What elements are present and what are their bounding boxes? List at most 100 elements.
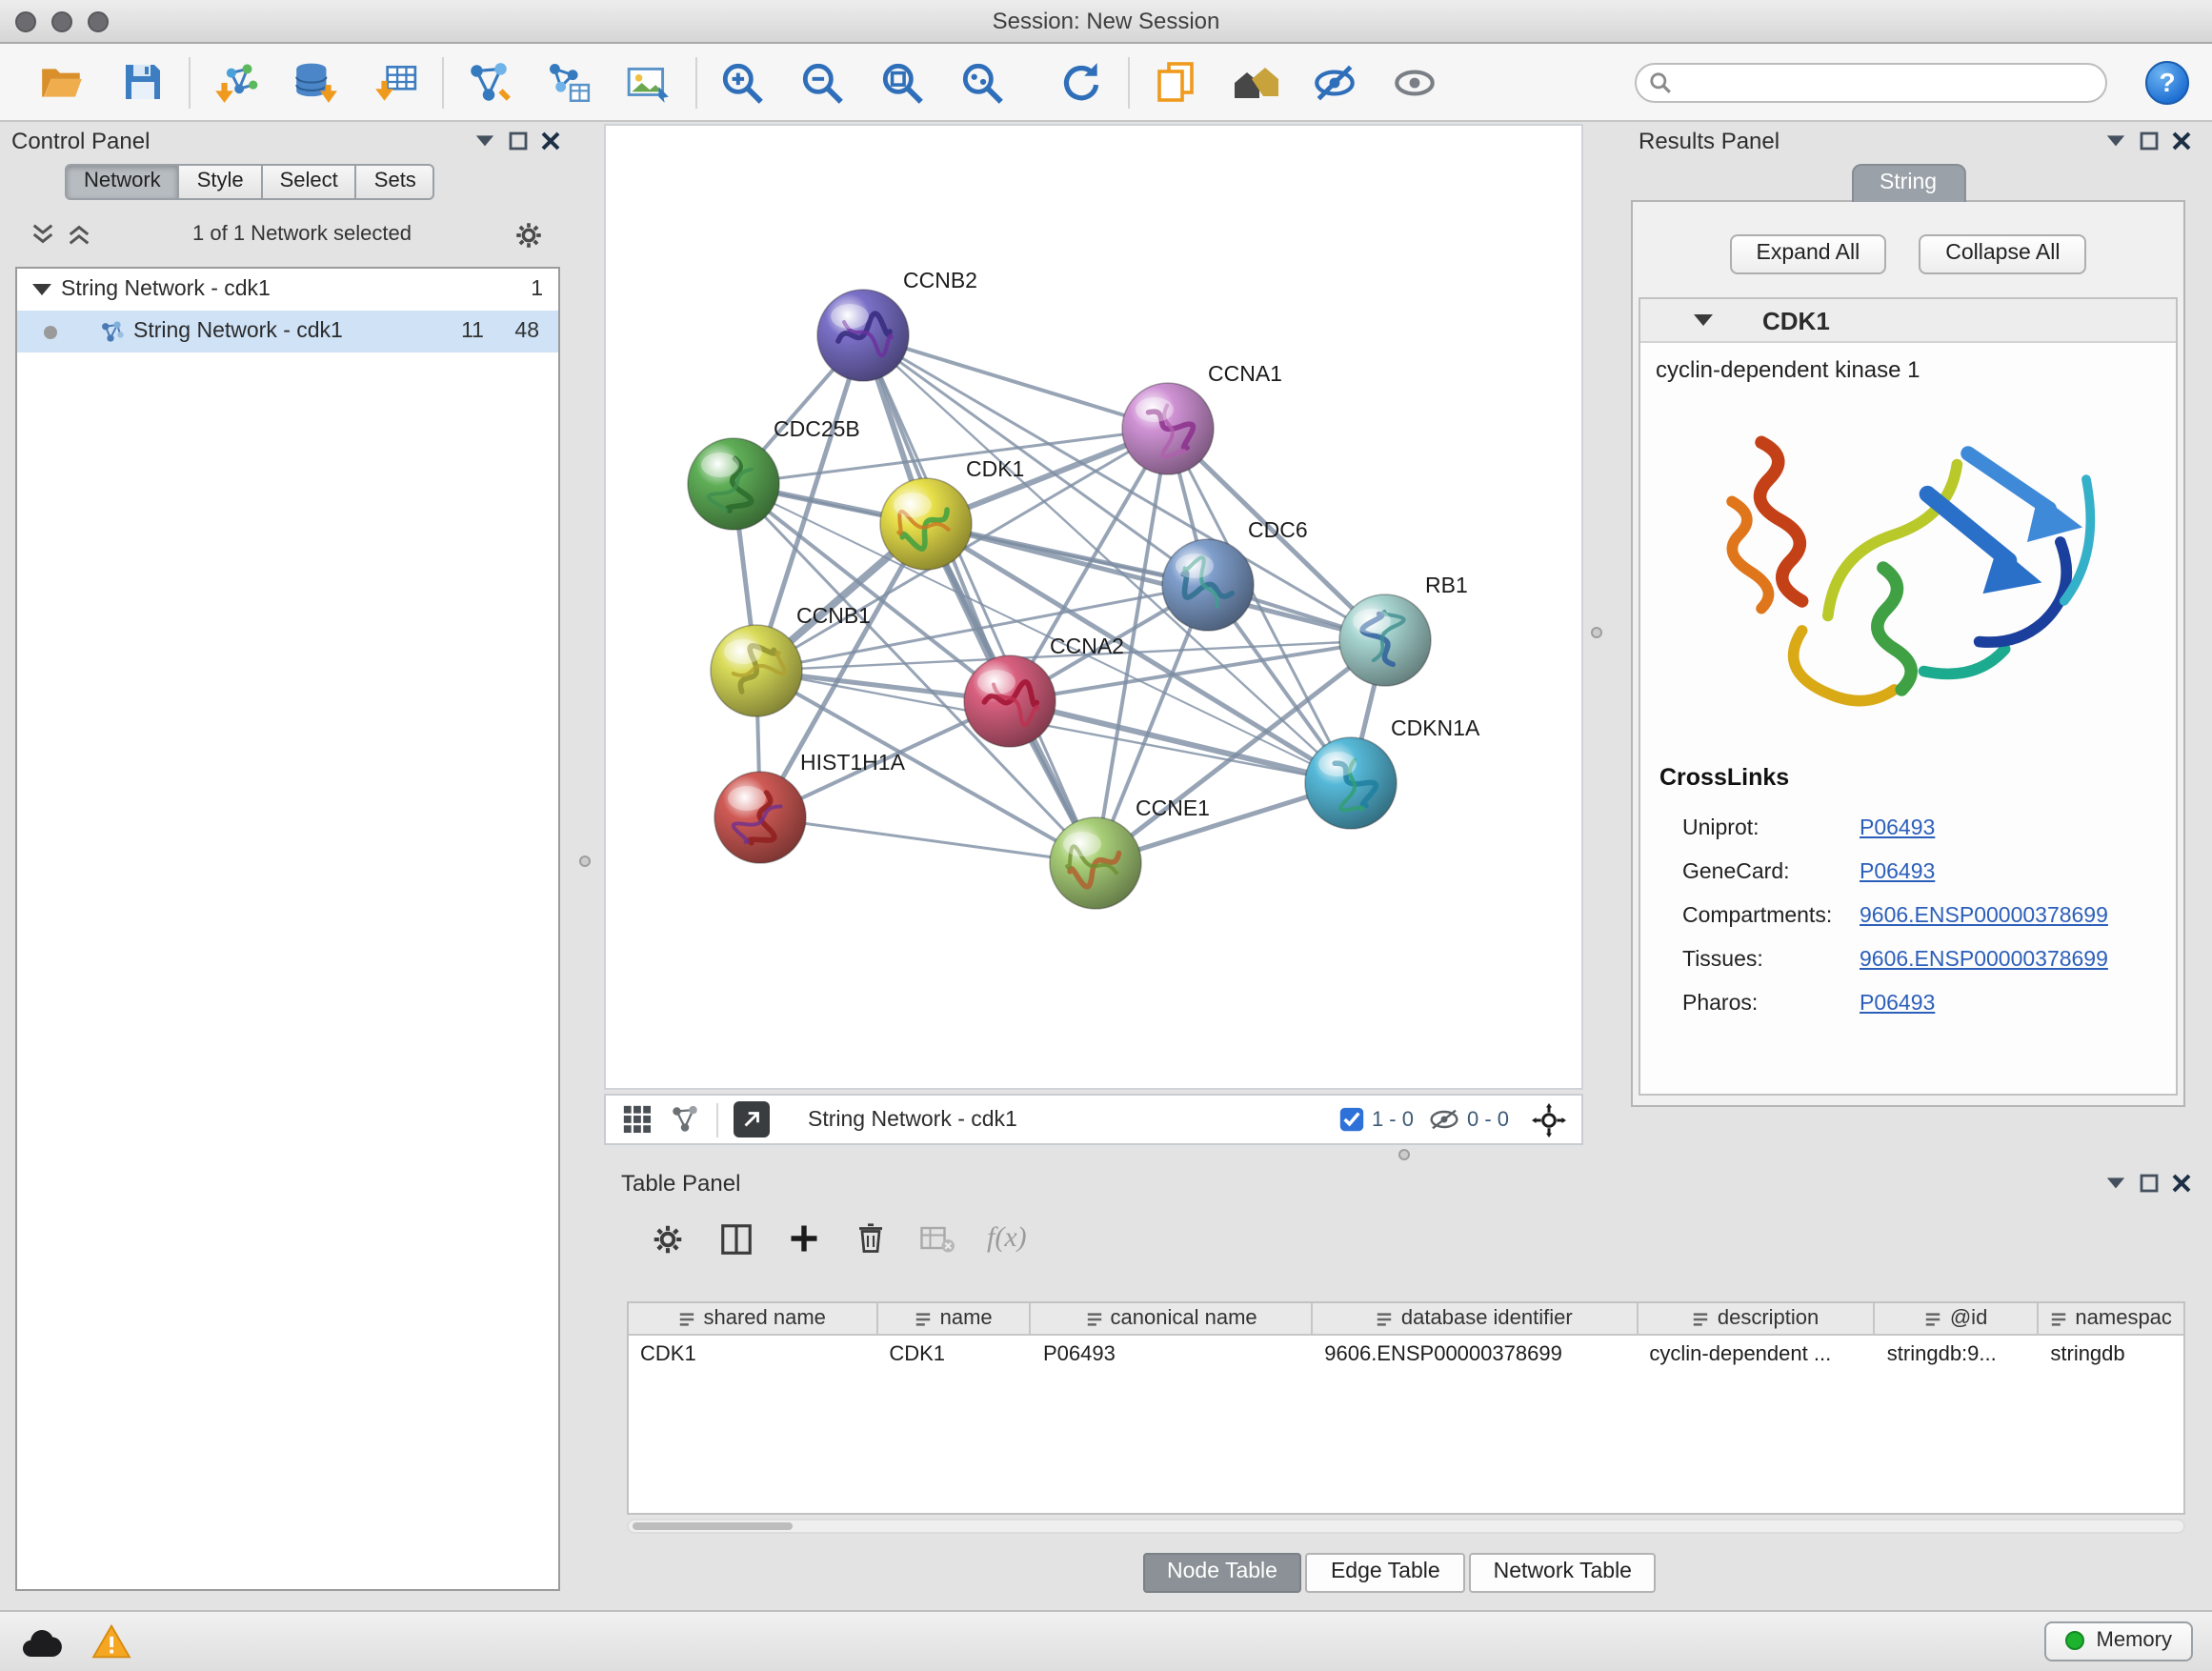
import-table-from-file-icon[interactable] bbox=[368, 54, 423, 110]
maximize-panel-icon[interactable] bbox=[509, 131, 528, 150]
collapse-all-networks-icon[interactable] bbox=[67, 223, 91, 246]
hide-selection-icon[interactable] bbox=[1307, 54, 1362, 110]
right-splitter-handle[interactable] bbox=[1591, 627, 1602, 638]
crosslink-uniprot-link[interactable]: P06493 bbox=[1860, 816, 1935, 839]
column-header[interactable]: namespac bbox=[2039, 1303, 2183, 1334]
search-icon bbox=[1648, 70, 1673, 94]
network-options-gear-icon[interactable] bbox=[513, 218, 545, 251]
close-panel-icon[interactable] bbox=[2172, 131, 2191, 150]
tab-node-table[interactable]: Node Table bbox=[1142, 1553, 1302, 1593]
search-input[interactable] bbox=[1635, 62, 2107, 102]
delete-table-icon[interactable] bbox=[920, 1224, 955, 1253]
tab-sets[interactable]: Sets bbox=[357, 164, 435, 200]
node-CDC25B[interactable]: CDC25B bbox=[688, 416, 860, 530]
cloud-status-icon[interactable] bbox=[19, 1624, 65, 1659]
column-header[interactable]: name bbox=[877, 1303, 1032, 1334]
network-share-icon[interactable] bbox=[669, 1103, 701, 1136]
close-panel-icon[interactable] bbox=[2172, 1173, 2191, 1192]
zoom-selected-icon[interactable] bbox=[955, 54, 1010, 110]
crosslink-label: Compartments: bbox=[1659, 904, 1860, 927]
float-panel-icon[interactable] bbox=[2105, 1174, 2126, 1191]
scrollbar-thumb[interactable] bbox=[633, 1522, 793, 1530]
crosslink-tissues-link[interactable]: 9606.ENSP00000378699 bbox=[1860, 948, 2108, 971]
network-graph[interactable]: CCNB2CCNA1CDC25BCDK1CDC6RB1CCNB1CCNA2CDK… bbox=[606, 126, 1581, 1088]
selected-nodes-checkbox-icon[interactable] bbox=[1339, 1107, 1364, 1132]
navigate-crosshair-icon[interactable] bbox=[1532, 1102, 1566, 1137]
copy-document-icon[interactable] bbox=[1147, 54, 1202, 110]
crosslink-compartments-link[interactable]: 9606.ENSP00000378699 bbox=[1860, 904, 2108, 927]
column-header[interactable]: shared name bbox=[629, 1303, 877, 1334]
expand-all-networks-icon[interactable] bbox=[30, 223, 55, 246]
protein-card-header[interactable]: CDK1 bbox=[1640, 299, 2176, 343]
table-panel: Table Panel f(x) bbox=[604, 1164, 2195, 1595]
warning-icon[interactable] bbox=[91, 1623, 131, 1660]
new-network-from-selection-icon[interactable] bbox=[461, 54, 516, 110]
collapse-all-button[interactable]: Collapse All bbox=[1919, 234, 2086, 274]
tab-select[interactable]: Select bbox=[263, 164, 357, 200]
open-in-browser-button[interactable] bbox=[734, 1101, 770, 1137]
birds-eye-view-grid-icon[interactable] bbox=[621, 1103, 654, 1136]
add-column-icon[interactable] bbox=[787, 1221, 821, 1256]
table-horizontal-scrollbar[interactable] bbox=[627, 1519, 2185, 1534]
zoom-out-icon[interactable] bbox=[794, 54, 850, 110]
column-header[interactable]: description bbox=[1638, 1303, 1875, 1334]
node-CDK1[interactable]: CDK1 bbox=[880, 456, 1024, 570]
node-HIST1H1A[interactable]: HIST1H1A bbox=[714, 750, 906, 863]
show-all-icon[interactable] bbox=[1387, 54, 1442, 110]
crosslink-genecard-link[interactable]: P06493 bbox=[1860, 860, 1935, 883]
crosslink-label: Tissues: bbox=[1659, 948, 1860, 971]
node-RB1[interactable]: RB1 bbox=[1339, 573, 1468, 686]
edge-HIST1H1A-CCNE1[interactable] bbox=[760, 817, 1096, 863]
table-row[interactable]: CDK1 CDK1 P06493 9606.ENSP00000378699 cy… bbox=[629, 1336, 2183, 1374]
column-header[interactable]: @id bbox=[1876, 1303, 2040, 1334]
crosslink-pharos-link[interactable]: P06493 bbox=[1860, 992, 1935, 1015]
delete-column-trash-icon[interactable] bbox=[854, 1221, 888, 1256]
maximize-panel-icon[interactable] bbox=[2140, 131, 2159, 150]
memory-button[interactable]: Memory bbox=[2045, 1621, 2193, 1661]
tab-string[interactable]: String bbox=[1851, 164, 1965, 202]
zoom-fit-content-icon[interactable] bbox=[875, 54, 930, 110]
close-panel-icon[interactable] bbox=[541, 131, 560, 150]
export-image-icon[interactable] bbox=[621, 54, 676, 110]
float-panel-icon[interactable] bbox=[474, 131, 495, 149]
edge-CCNB2-CCNE1[interactable] bbox=[863, 335, 1096, 863]
refresh-view-icon[interactable] bbox=[1054, 54, 1109, 110]
edge-CCNB2-CCNA1[interactable] bbox=[863, 335, 1168, 429]
network-view-canvas[interactable]: CCNB2CCNA1CDC25BCDK1CDC6RB1CCNB1CCNA2CDK… bbox=[604, 124, 1583, 1090]
network-row[interactable]: String Network - cdk1 11 48 bbox=[17, 311, 558, 352]
tab-edge-table[interactable]: Edge Table bbox=[1306, 1553, 1465, 1593]
clone-network-icon[interactable] bbox=[541, 54, 596, 110]
collection-disclosure-icon[interactable] bbox=[32, 284, 51, 295]
crosslinks-title: CrossLinks bbox=[1659, 764, 2176, 791]
protein-structure-image bbox=[1640, 394, 2176, 745]
tab-network[interactable]: Network bbox=[65, 164, 180, 200]
network-tree: String Network - cdk1 1 String Network -… bbox=[15, 267, 560, 1591]
column-header[interactable]: database identifier bbox=[1313, 1303, 1638, 1334]
hidden-elements-eye-icon[interactable] bbox=[1429, 1107, 1459, 1132]
help-button[interactable]: ? bbox=[2145, 60, 2189, 104]
column-header[interactable]: canonical name bbox=[1032, 1303, 1313, 1334]
maximize-panel-icon[interactable] bbox=[2140, 1173, 2159, 1192]
tab-network-table[interactable]: Network Table bbox=[1469, 1553, 1657, 1593]
save-session-icon[interactable] bbox=[114, 54, 170, 110]
zoom-in-icon[interactable] bbox=[714, 54, 770, 110]
left-splitter-handle[interactable] bbox=[579, 856, 591, 867]
node-CCNA1[interactable]: CCNA1 bbox=[1122, 361, 1282, 474]
bottom-splitter-handle[interactable] bbox=[1398, 1149, 1410, 1160]
node-CDKN1A[interactable]: CDKN1A bbox=[1305, 715, 1480, 829]
float-panel-icon[interactable] bbox=[2105, 131, 2126, 149]
search-field bbox=[1635, 62, 2107, 102]
edge-CDK1-RB1[interactable] bbox=[926, 524, 1385, 640]
open-session-icon[interactable] bbox=[34, 54, 90, 110]
network-collection-row[interactable]: String Network - cdk1 1 bbox=[17, 269, 558, 311]
select-columns-icon[interactable] bbox=[718, 1220, 754, 1257]
table-options-gear-icon[interactable] bbox=[650, 1220, 686, 1257]
protein-disclosure-icon[interactable] bbox=[1694, 314, 1713, 326]
import-network-from-database-icon[interactable] bbox=[288, 54, 343, 110]
function-builder-button[interactable]: f(x) bbox=[987, 1222, 1027, 1255]
expand-all-button[interactable]: Expand All bbox=[1730, 234, 1887, 274]
home-icon[interactable] bbox=[1227, 54, 1282, 110]
import-network-from-file-icon[interactable] bbox=[208, 54, 263, 110]
edge-CDC6-CCNB1[interactable] bbox=[756, 585, 1208, 671]
tab-style[interactable]: Style bbox=[180, 164, 263, 200]
